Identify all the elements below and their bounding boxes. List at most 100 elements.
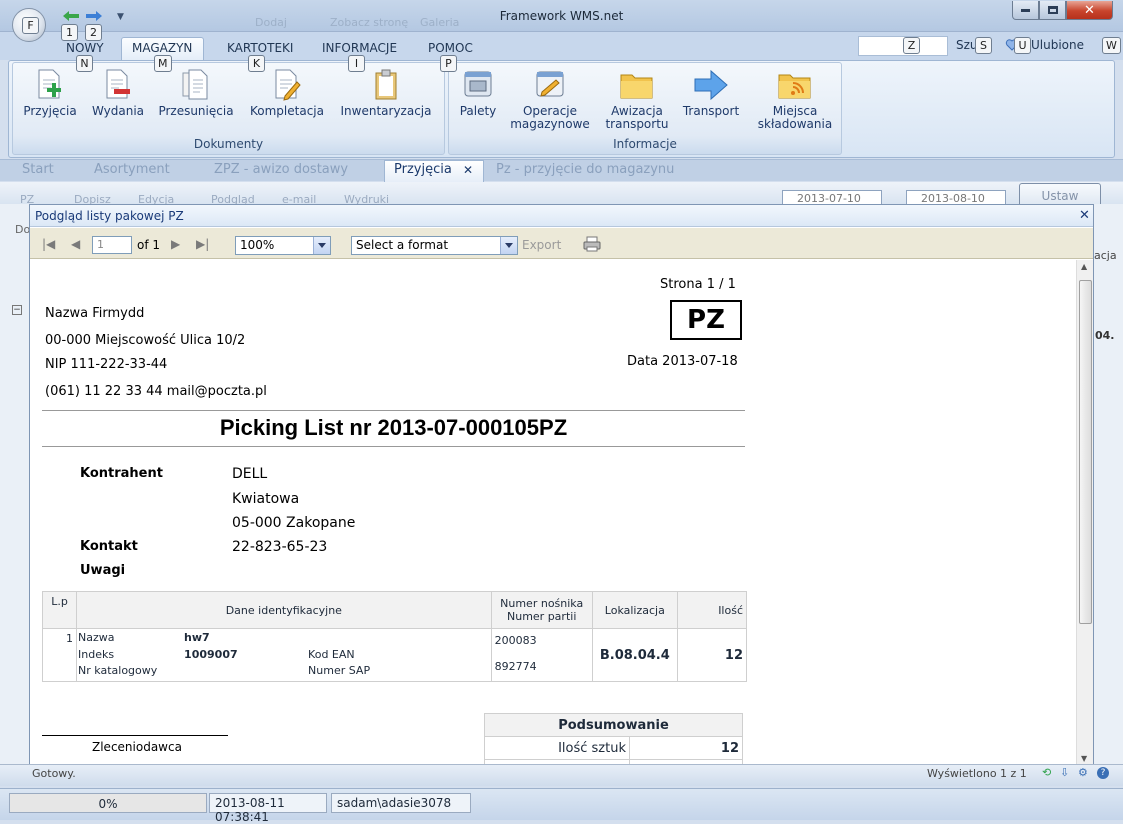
keytip-i: I [348, 55, 365, 72]
minimize-icon [1021, 8, 1030, 12]
contact-label: Kontakt [80, 539, 138, 554]
palety-button[interactable]: Palety [455, 68, 501, 118]
transport-button[interactable]: Transport [678, 68, 744, 118]
przyjecia-button[interactable]: Przyjęcia [20, 68, 80, 118]
application-menu-button[interactable]: F [12, 8, 46, 42]
catalog-label: Nr katalogowy [78, 664, 158, 677]
report-page: Strona 1 / 1 PZ Data 2013-07-18 Nazwa Fi… [30, 260, 1076, 767]
tab-przyjecia[interactable]: Przyjęcia [394, 162, 452, 177]
tab-informacje[interactable]: INFORMACJE [322, 41, 397, 55]
vertical-scrollbar[interactable]: ▲ ▼ [1076, 260, 1093, 767]
przyjecia-label: Przyjęcia [23, 104, 77, 118]
sap-label: Numer SAP [308, 664, 371, 677]
transport-label: Transport [682, 104, 740, 118]
wydania-button[interactable]: Wydania [88, 68, 148, 118]
page-number-input[interactable]: 1 [92, 236, 132, 254]
dialog-close-icon[interactable]: ✕ [1079, 208, 1090, 223]
tab-pomoc[interactable]: POMOC [428, 41, 473, 55]
header-location: Lokalizacja [591, 591, 678, 629]
keytip-n: N [76, 55, 93, 72]
scroll-down-icon[interactable]: ▼ [1081, 754, 1087, 763]
document-add-icon [38, 69, 61, 99]
help-icon[interactable]: ? [1097, 767, 1109, 779]
tab-kartoteki[interactable]: KARTOTEKI [227, 41, 293, 55]
signature-label: Zleceniodawca [92, 740, 182, 754]
keytip-s: S [975, 37, 992, 54]
documents-stack-icon [182, 69, 208, 100]
format-placeholder: Select a format [356, 238, 449, 252]
chevron-down-icon [500, 237, 517, 254]
list-background-right: acja 04. [1091, 204, 1123, 764]
status-text: Gotowy. [32, 767, 76, 780]
status-datetime: 2013-08-11 07:38:41 [209, 793, 327, 824]
zoom-select[interactable]: 100% [235, 236, 331, 255]
status-user: sadam\adasie3078 [331, 793, 471, 813]
export-format-select[interactable]: Select a format [351, 236, 518, 255]
table-header-row: L.p Dane identyfikacyjne Numer nośnika N… [41, 591, 748, 629]
close-icon: ✕ [1084, 2, 1095, 18]
index-value: 1009007 [184, 648, 238, 661]
inwentaryzacja-button[interactable]: Inwentaryzacja [336, 68, 436, 118]
settings-icon[interactable]: ⚙ [1078, 766, 1088, 779]
qat-dropdown-icon[interactable]: ▼ [117, 12, 124, 22]
keytip-w: W [1102, 37, 1121, 54]
przesuniecia-button[interactable]: Przesunięcia [156, 68, 236, 118]
keytip-k: K [248, 55, 265, 72]
export-link[interactable]: Export [522, 238, 561, 252]
collapse-icon[interactable]: − [12, 305, 22, 315]
divider [42, 410, 745, 411]
keytip-u: U [1014, 37, 1031, 54]
operacje-label: Operacje magazynowe [510, 104, 590, 131]
cell-qty: 12 [676, 628, 748, 682]
group-label: Dokumenty [193, 137, 264, 151]
print-icon[interactable] [583, 236, 601, 252]
signature-line [42, 735, 228, 736]
back-arrow-icon[interactable] [62, 10, 80, 22]
column-header-partial: Do [15, 223, 31, 236]
dialog-title-bar [30, 205, 1093, 227]
page-indicator: Strona 1 / 1 [660, 277, 736, 292]
export-icon[interactable]: ⇩ [1060, 766, 1069, 779]
forward-arrow-icon[interactable] [85, 10, 103, 22]
report-viewer-toolbar [30, 228, 1093, 259]
tab-zpz[interactable]: ZPZ - awizo dostawy [214, 162, 348, 177]
miejsca-skladowania-button[interactable]: Miejsca składowania [752, 68, 838, 131]
tab-nowy[interactable]: NOWY [66, 41, 104, 55]
cell-partial: 04. [1095, 329, 1115, 342]
miejsca-label: Miejsca składowania [757, 104, 833, 131]
header-carrier-line1: Numer nośnika [500, 597, 584, 610]
items-table: L.p Dane identyfikacyjne Numer nośnika N… [41, 591, 748, 682]
column-header-partial: acja [1094, 249, 1117, 262]
close-tab-icon[interactable]: ✕ [463, 163, 473, 177]
favorites-menu[interactable]: Ulubione [1031, 38, 1084, 52]
scroll-up-icon[interactable]: ▲ [1081, 262, 1087, 271]
document-edit-icon [275, 69, 301, 101]
contact-value: 22-823-65-23 [232, 539, 328, 555]
tab-magazyn[interactable]: MAGAZYN [132, 41, 192, 55]
report-preview-dialog: Podgląd listy pakowej PZ ✕ |◀ ◀ 1 of 1 ▶… [29, 204, 1094, 767]
scrollbar-thumb[interactable] [1079, 280, 1092, 624]
maximize-button[interactable] [1039, 1, 1066, 20]
tab-start[interactable]: Start [22, 162, 54, 177]
report-heading: Picking List nr 2013-07-000105PZ [219, 415, 568, 440]
last-page-icon[interactable]: ▶| [196, 237, 209, 251]
previous-page-icon[interactable]: ◀ [71, 237, 80, 251]
first-page-icon[interactable]: |◀ [42, 237, 55, 251]
name-label: Nazwa [78, 631, 115, 644]
next-page-icon[interactable]: ▶ [171, 237, 180, 251]
kompletacja-button[interactable]: Kompletacja [245, 68, 329, 118]
notes-label: Uwagi [80, 563, 126, 578]
cell-ident: Nazwa hw7 Indeks 1009007 Kod EAN Nr kata… [76, 628, 492, 682]
inwentaryzacja-label: Inwentaryzacja [340, 104, 432, 118]
refresh-icon[interactable]: ⟲ [1042, 766, 1051, 779]
awizacja-transportu-button[interactable]: Awizacja transportu [600, 68, 674, 131]
tab-pz-przyjecie[interactable]: Pz - przyjęcie do magazynu [496, 162, 674, 177]
palety-label: Palety [459, 104, 497, 118]
close-button[interactable]: ✕ [1066, 1, 1113, 20]
operacje-magazynowe-button[interactable]: Operacje magazynowe [506, 68, 594, 131]
folder-icon [620, 74, 653, 99]
minimize-button[interactable] [1012, 1, 1039, 20]
keytip-2: 2 [85, 24, 102, 41]
tab-asortyment[interactable]: Asortyment [94, 162, 170, 177]
przesuniecia-label: Przesunięcia [158, 104, 234, 118]
